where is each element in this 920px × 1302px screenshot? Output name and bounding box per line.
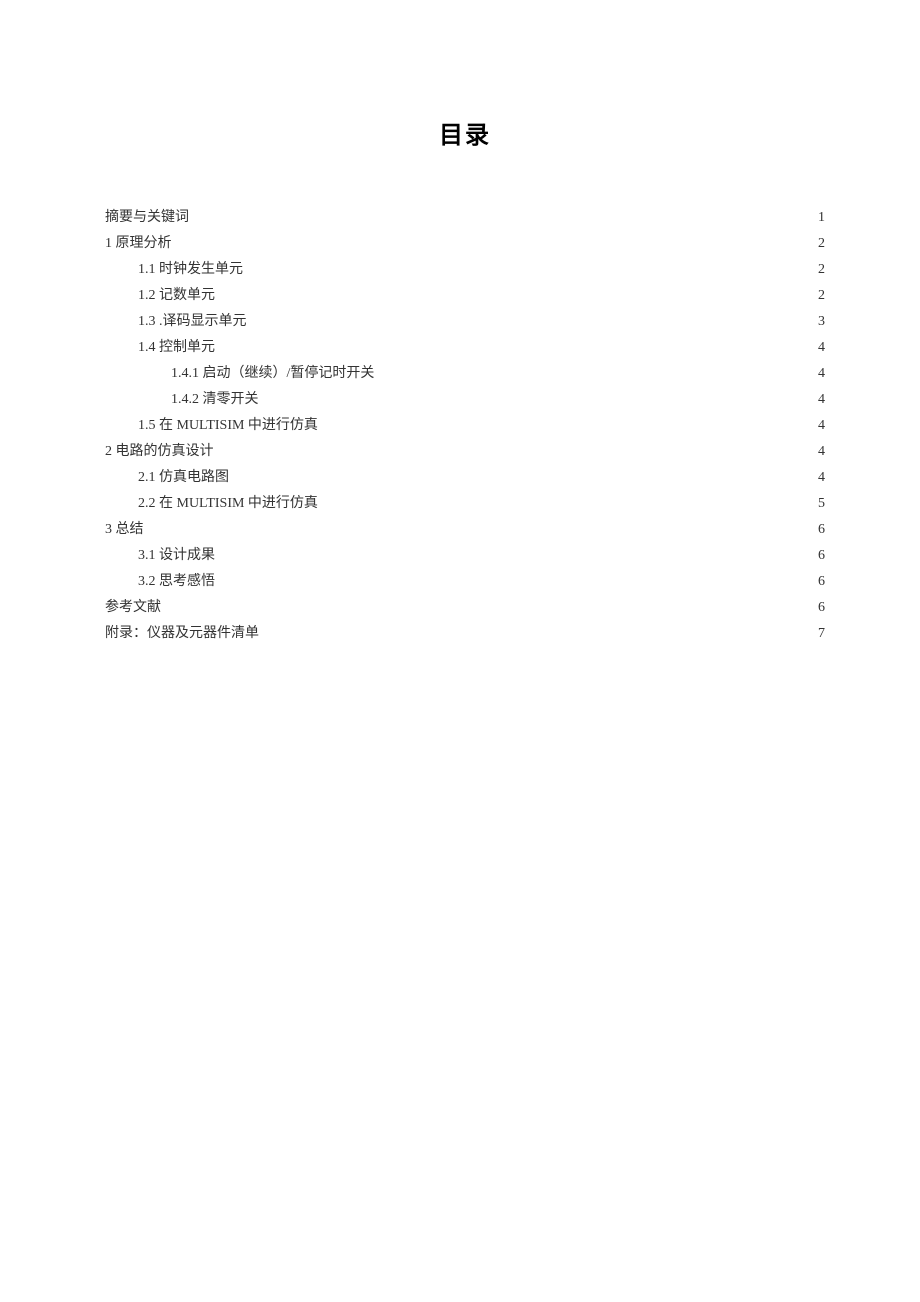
toc-entry-label: 1.2 记数单元 <box>138 283 215 309</box>
toc-entry-page: 1 <box>818 205 825 231</box>
toc-entry[interactable]: 2.1 仿真电路图 4 <box>105 465 825 491</box>
toc-entry-page: 3 <box>818 309 825 335</box>
toc-entry-label: 附录：仪器及元器件清单 <box>105 621 259 647</box>
toc-entry-label: 摘要与关键词 <box>105 205 189 231</box>
toc-entry-label: 1.4.2 清零开关 <box>171 387 259 413</box>
toc-entry-label: 1 原理分析 <box>105 231 172 257</box>
toc-entry[interactable]: 1.5 在 MULTISIM 中进行仿真 4 <box>105 413 825 439</box>
toc-entry-label: 2.1 仿真电路图 <box>138 465 229 491</box>
toc-entry[interactable]: 1.1 时钟发生单元 2 <box>105 257 825 283</box>
toc-entry-label: 1.3 .译码显示单元 <box>138 309 247 335</box>
toc-entry[interactable]: 1.4.2 清零开关 4 <box>105 387 825 413</box>
toc-entry-page: 4 <box>818 361 825 387</box>
toc-entry-label: 1.4 控制单元 <box>138 335 215 361</box>
toc-entry-page: 4 <box>818 387 825 413</box>
toc-entry[interactable]: 3.2 思考感悟 6 <box>105 569 825 595</box>
toc-entry-page: 4 <box>818 335 825 361</box>
toc-entry-page: 6 <box>818 595 825 621</box>
toc-entry[interactable]: 3.1 设计成果 6 <box>105 543 825 569</box>
toc-entry-page: 6 <box>818 543 825 569</box>
toc-entry[interactable]: 1.4 控制单元 4 <box>105 335 825 361</box>
page-title: 目录 <box>105 115 825 150</box>
toc-entry[interactable]: 1.3 .译码显示单元 3 <box>105 309 825 335</box>
toc-entry[interactable]: 2.2 在 MULTISIM 中进行仿真 5 <box>105 491 825 517</box>
toc-entry-label: 3 总结 <box>105 517 144 543</box>
toc-entry-page: 6 <box>818 517 825 543</box>
toc-entry[interactable]: 1.4.1 启动（继续）/暂停记时开关 4 <box>105 361 825 387</box>
toc-entry-page: 4 <box>818 465 825 491</box>
toc-entry-label: 参考文献 <box>105 595 161 621</box>
toc-entry-label: 2.2 在 MULTISIM 中进行仿真 <box>138 491 318 517</box>
toc-entry[interactable]: 附录：仪器及元器件清单 7 <box>105 621 825 647</box>
toc-entry-label: 1.4.1 启动（继续）/暂停记时开关 <box>171 361 374 387</box>
toc-entry-label: 1.5 在 MULTISIM 中进行仿真 <box>138 413 318 439</box>
toc-entry-page: 2 <box>818 283 825 309</box>
toc-entry-page: 6 <box>818 569 825 595</box>
toc-entry-label: 2 电路的仿真设计 <box>105 439 214 465</box>
toc-entry-page: 2 <box>818 257 825 283</box>
toc-entry-page: 7 <box>818 621 825 647</box>
toc-entry-page: 4 <box>818 439 825 465</box>
toc-entry-label: 1.1 时钟发生单元 <box>138 257 243 283</box>
toc-entry[interactable]: 3 总结 6 <box>105 517 825 543</box>
toc-entry-label: 3.1 设计成果 <box>138 543 215 569</box>
toc-entry[interactable]: 2 电路的仿真设计 4 <box>105 439 825 465</box>
toc-entry-label: 3.2 思考感悟 <box>138 569 215 595</box>
table-of-contents: 摘要与关键词11 原理分析21.1 时钟发生单元21.2 记数单元21.3 .译… <box>105 205 825 647</box>
toc-entry-page: 5 <box>818 491 825 517</box>
toc-entry[interactable]: 1 原理分析 2 <box>105 231 825 257</box>
toc-entry-page: 2 <box>818 231 825 257</box>
toc-entry[interactable]: 参考文献 6 <box>105 595 825 621</box>
toc-entry-page: 4 <box>818 413 825 439</box>
document-page: 目录 摘要与关键词11 原理分析21.1 时钟发生单元21.2 记数单元21.3… <box>0 0 920 1302</box>
toc-entry[interactable]: 1.2 记数单元 2 <box>105 283 825 309</box>
toc-entry[interactable]: 摘要与关键词 1 <box>105 205 825 231</box>
